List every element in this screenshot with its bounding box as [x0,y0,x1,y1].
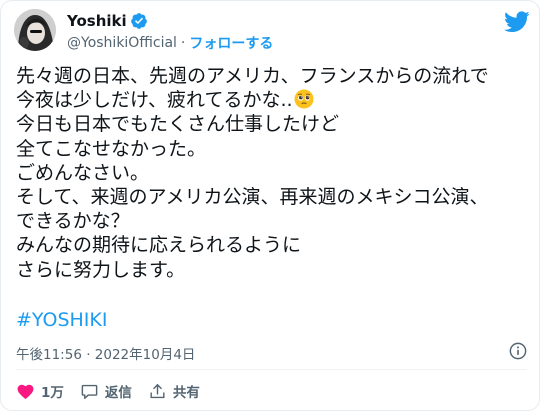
share-label: 共有 [172,385,200,401]
tweet-body-line: 今夜は少しだけ、疲れてるかな.. [16,89,293,112]
tweet-body: 先々週の日本、先週のアメリカ、フランスからの流れで 今夜は少しだけ、疲れてるかな… [16,64,531,282]
author-display-name[interactable]: Yoshiki [67,12,127,30]
tweet-timestamp[interactable]: 午後11:56 · 2022年10月4日 [16,343,195,363]
author-handle[interactable]: @YoshikiOfficial [67,35,177,51]
tweet-body-line: そして、来週のアメリカ公演、再来週のメキシコ公演、 [16,185,489,208]
speech-bubble-icon [81,384,98,399]
reply-label: 返信 [104,385,132,401]
share-icon [150,383,165,398]
share-button[interactable]: 共有 [148,381,200,401]
author-name-row: Yoshiki [67,11,148,31]
divider [16,369,527,370]
heart-icon [17,384,34,399]
hashtag-link[interactable]: #YOSHIKI [16,309,107,331]
tweet-body-line: ごめんなさい。 [16,161,150,184]
follow-button[interactable]: フォローする [189,33,273,53]
twitter-bird-icon[interactable] [504,11,530,33]
separator-dot: · [180,35,186,51]
reply-button[interactable]: 返信 [80,381,132,401]
author-handle-row: @YoshikiOfficial · フォローする [67,33,273,53]
tweet-body-line: 先々週の日本、先週のアメリカ、フランスからの流れで [16,65,489,87]
tweet-body-line: 全てこなせなかった。 [16,137,207,160]
info-icon[interactable] [509,342,527,360]
like-count: 1万 [41,385,64,401]
tweet-body-line: できるかな？ [16,210,130,233]
tweet-body-line: みんなの期待に応えられるように [16,234,302,257]
tweet-body-line: 今日も日本でもたくさん仕事したけど [16,113,340,136]
tweet-card: Yoshiki @YoshikiOfficial · フォローする 先々週の日本… [0,0,540,411]
tweet-body-line-with-emoji: 今夜は少しだけ、疲れてるかな.. [16,88,531,112]
avatar[interactable] [14,9,56,51]
verified-badge-icon [130,13,147,29]
tweet-body-line: さらに努力します。 [16,258,186,281]
tweet-actions: 1万 返信 共有 [16,380,216,402]
like-button[interactable]: 1万 [16,381,64,401]
pleading-face-emoji [294,89,314,109]
